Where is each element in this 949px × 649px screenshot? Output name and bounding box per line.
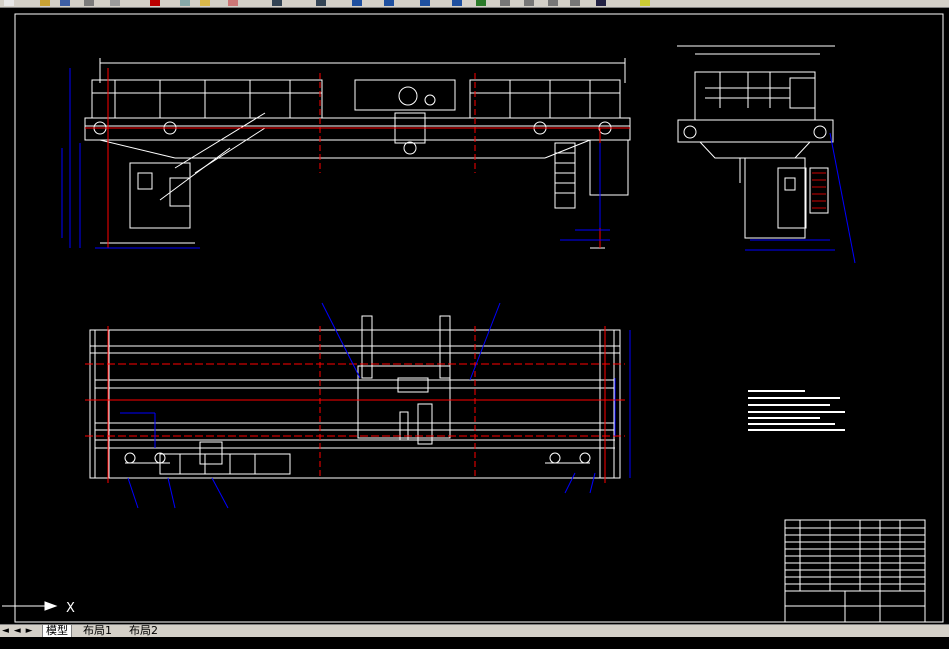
tab-layout1[interactable]: 布局1 xyxy=(80,625,115,637)
side-view-hatch xyxy=(812,172,826,209)
preview-icon[interactable] xyxy=(110,0,120,6)
properties-icon[interactable] xyxy=(476,0,486,6)
open-icon[interactable] xyxy=(40,0,50,6)
front-view xyxy=(84,58,631,249)
markup-icon[interactable] xyxy=(570,0,580,6)
tab-nav-arrows[interactable]: ◄ ◄ ► ► xyxy=(2,625,38,648)
plan-view-dimensions xyxy=(120,302,631,509)
new-icon[interactable] xyxy=(4,0,14,6)
plan-view-centerlines xyxy=(85,326,625,483)
ucs-x-label: X xyxy=(66,601,75,616)
side-view xyxy=(677,45,835,239)
cut-icon[interactable] xyxy=(150,0,160,6)
design-center-icon[interactable] xyxy=(500,0,510,6)
layout-tab-bar: ◄ ◄ ► ► 模型 布局1 布局2 xyxy=(0,624,949,648)
ucs-icon xyxy=(2,601,58,611)
drawing-canvas[interactable]: X xyxy=(0,8,949,624)
copy-icon[interactable] xyxy=(180,0,190,6)
zoom-previous-icon[interactable] xyxy=(452,0,462,6)
save-icon[interactable] xyxy=(60,0,70,6)
zoom-window-icon[interactable] xyxy=(420,0,430,6)
zoom-realtime-icon[interactable] xyxy=(384,0,394,6)
tab-model[interactable]: 模型 xyxy=(42,625,72,637)
calculator-icon[interactable] xyxy=(596,0,606,6)
title-block xyxy=(784,519,926,623)
tool-palettes-icon[interactable] xyxy=(524,0,534,6)
sheet-border xyxy=(14,13,944,623)
match-properties-icon[interactable] xyxy=(228,0,238,6)
redo-icon[interactable] xyxy=(316,0,326,6)
pan-icon[interactable] xyxy=(352,0,362,6)
plan-view xyxy=(89,315,621,479)
sheet-set-icon[interactable] xyxy=(548,0,558,6)
paste-icon[interactable] xyxy=(200,0,210,6)
help-icon[interactable] xyxy=(640,0,650,6)
technical-notes xyxy=(748,390,845,431)
undo-icon[interactable] xyxy=(272,0,282,6)
standard-toolbar xyxy=(0,0,949,8)
tab-layout2[interactable]: 布局2 xyxy=(126,625,161,637)
print-icon[interactable] xyxy=(84,0,94,6)
